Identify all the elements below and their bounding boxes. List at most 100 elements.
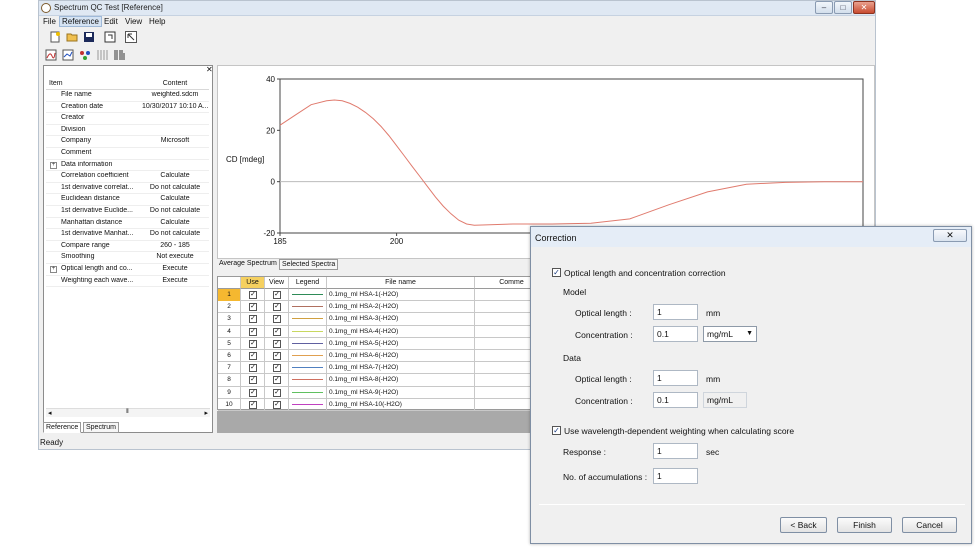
new-file-icon[interactable] (49, 31, 61, 43)
table-row[interactable]: 3 ✓ ✓ 0.1mg_ml HSA-3(-H2O) (218, 313, 548, 326)
horizontal-scrollbar[interactable]: ◂ ⦀ ▸ (46, 408, 210, 417)
save-icon[interactable] (83, 31, 95, 43)
scroll-thumb[interactable]: ⦀ (126, 409, 129, 416)
grid-header-use[interactable]: Use (241, 277, 265, 289)
property-row[interactable]: Compare range 260 - 185 (46, 241, 209, 253)
property-row[interactable]: Creation date 10/30/2017 10:10 A... (46, 102, 209, 114)
use-checkbox[interactable]: ✓ (249, 327, 257, 336)
property-row[interactable]: 1st derivative Manhat... Do not calculate (46, 229, 209, 241)
property-row[interactable]: Comment (46, 148, 209, 160)
panel-close-icon[interactable]: ✕ (206, 65, 213, 74)
menu-reference[interactable]: Reference (59, 16, 102, 27)
open-folder-icon[interactable] (66, 31, 78, 43)
close-button[interactable]: ✕ (853, 1, 875, 14)
tab-average-spectrum[interactable]: Average Spectrum (217, 259, 279, 270)
use-checkbox[interactable]: ✓ (249, 291, 257, 299)
property-row[interactable]: Company Microsoft (46, 136, 209, 148)
cancel-button[interactable]: Cancel (902, 517, 957, 533)
property-row[interactable]: File name weighted.sdcm (46, 90, 209, 102)
model-concentration-input[interactable]: 0.1 (653, 326, 698, 342)
dialog-close-button[interactable]: ✕ (933, 229, 967, 242)
optical-correction-checkbox[interactable]: ✓ (552, 268, 561, 277)
table-row[interactable]: 5 ✓ ✓ 0.1mg_ml HSA-5(-H2O) (218, 337, 548, 350)
table-row[interactable]: 4 ✓ ✓ 0.1mg_ml HSA-4(-H2O) (218, 325, 548, 338)
property-value: Do not calculate (149, 230, 201, 238)
property-row[interactable]: Manhattan distance Calculate (46, 218, 209, 230)
view-checkbox[interactable]: ✓ (273, 376, 281, 385)
property-row[interactable]: Smoothing Not execute (46, 252, 209, 264)
tab-spectrum[interactable]: Spectrum (83, 422, 119, 433)
view-checkbox[interactable]: ✓ (273, 352, 281, 360)
menu-edit[interactable]: Edit (104, 17, 118, 26)
property-row[interactable]: Euclidean distance Calculate (46, 194, 209, 206)
property-row[interactable]: Creator (46, 113, 209, 125)
chart-icon[interactable] (62, 49, 74, 61)
model-concentration-unit-select[interactable]: mg/mL ▼ (703, 326, 757, 342)
property-name: 1st derivative Euclide... (61, 206, 133, 214)
property-row[interactable]: + Data information (46, 160, 209, 172)
view-checkbox[interactable]: ✓ (273, 364, 281, 373)
view-checkbox[interactable]: ✓ (273, 315, 281, 324)
back-button[interactable]: < Back (780, 517, 827, 533)
use-checkbox[interactable]: ✓ (249, 400, 257, 409)
data-concentration-input[interactable]: 0.1 (653, 392, 698, 408)
table-row[interactable]: 7 ✓ ✓ 0.1mg_ml HSA-7(-H2O) (218, 362, 548, 375)
menu-help[interactable]: Help (149, 17, 165, 26)
property-row[interactable]: Division (46, 125, 209, 137)
cursor-icon[interactable] (125, 31, 137, 43)
molecule-icon[interactable] (79, 49, 91, 61)
weighting-checkbox[interactable]: ✓ (552, 426, 561, 435)
barcode-icon[interactable] (113, 49, 125, 61)
grid-header-file-name[interactable]: File name (327, 277, 475, 289)
use-checkbox[interactable]: ✓ (249, 364, 257, 373)
response-input[interactable]: 1 (653, 443, 698, 459)
model-optical-length-input[interactable]: 1 (653, 304, 698, 320)
tab-selected-spectra[interactable]: Selected Spectra (279, 259, 339, 270)
minimize-button[interactable]: – (815, 1, 833, 14)
use-checkbox[interactable]: ✓ (249, 352, 257, 360)
view-checkbox[interactable]: ✓ (273, 291, 281, 299)
table-row[interactable]: 6 ✓ ✓ 0.1mg_ml HSA-6(-H2O) (218, 350, 548, 363)
tab-reference[interactable]: Reference (43, 422, 82, 433)
grid-icon[interactable] (96, 49, 108, 61)
refresh-icon[interactable] (104, 31, 116, 43)
use-checkbox[interactable]: ✓ (249, 388, 257, 397)
property-row[interactable]: Weighting each wave... Execute (46, 276, 209, 288)
use-checkbox[interactable]: ✓ (249, 339, 257, 348)
scroll-right-icon[interactable]: ▸ (204, 409, 208, 417)
maximize-button[interactable]: □ (834, 1, 852, 14)
view-checkbox[interactable]: ✓ (273, 400, 281, 409)
property-row[interactable]: + Optical length and co... Execute (46, 264, 209, 276)
property-row[interactable]: 1st derivative Euclide... Do not calculat… (46, 206, 209, 218)
grid-header-view[interactable]: View (265, 277, 289, 289)
view-checkbox[interactable]: ✓ (273, 303, 281, 312)
grid-header-legend[interactable]: Legend (289, 277, 327, 289)
use-checkbox[interactable]: ✓ (249, 376, 257, 385)
legend-cell (289, 337, 327, 350)
view-checkbox[interactable]: ✓ (273, 327, 281, 336)
menu-view[interactable]: View (125, 17, 142, 26)
row-number: 10 (218, 398, 241, 411)
finish-button[interactable]: Finish (837, 517, 892, 533)
view-cell: ✓ (265, 386, 289, 399)
table-row[interactable]: 9 ✓ ✓ 0.1mg_ml HSA-9(-H2O) (218, 386, 548, 399)
property-row[interactable]: Correlation coefficient Calculate (46, 171, 209, 183)
menu-file[interactable]: File (43, 17, 56, 26)
scroll-left-icon[interactable]: ◂ (48, 409, 52, 417)
expand-icon[interactable]: + (50, 161, 57, 169)
property-row[interactable]: 1st derivative correlat... Do not calcula… (46, 183, 209, 195)
view-checkbox[interactable]: ✓ (273, 339, 281, 348)
use-checkbox[interactable]: ✓ (249, 303, 257, 312)
table-row[interactable]: 1 ✓ ✓ 0.1mg_ml HSA-1(-H2O) (218, 289, 548, 302)
data-optical-length-unit: mm (706, 374, 721, 384)
table-row[interactable]: 8 ✓ ✓ 0.1mg_ml HSA-8(-H2O) (218, 374, 548, 387)
spectrum-icon[interactable] (45, 49, 57, 61)
view-checkbox[interactable]: ✓ (273, 388, 281, 397)
expand-icon[interactable]: + (50, 265, 57, 273)
accumulations-input[interactable]: 1 (653, 468, 698, 484)
table-row[interactable]: 2 ✓ ✓ 0.1mg_ml HSA-2(-H2O) (218, 301, 548, 314)
property-name: 1st derivative correlat... (61, 183, 134, 191)
table-row[interactable]: 10 ✓ ✓ 0.1mg_ml HSA-10(-H2O) (218, 398, 548, 411)
use-checkbox[interactable]: ✓ (249, 315, 257, 324)
data-optical-length-input[interactable]: 1 (653, 370, 698, 386)
